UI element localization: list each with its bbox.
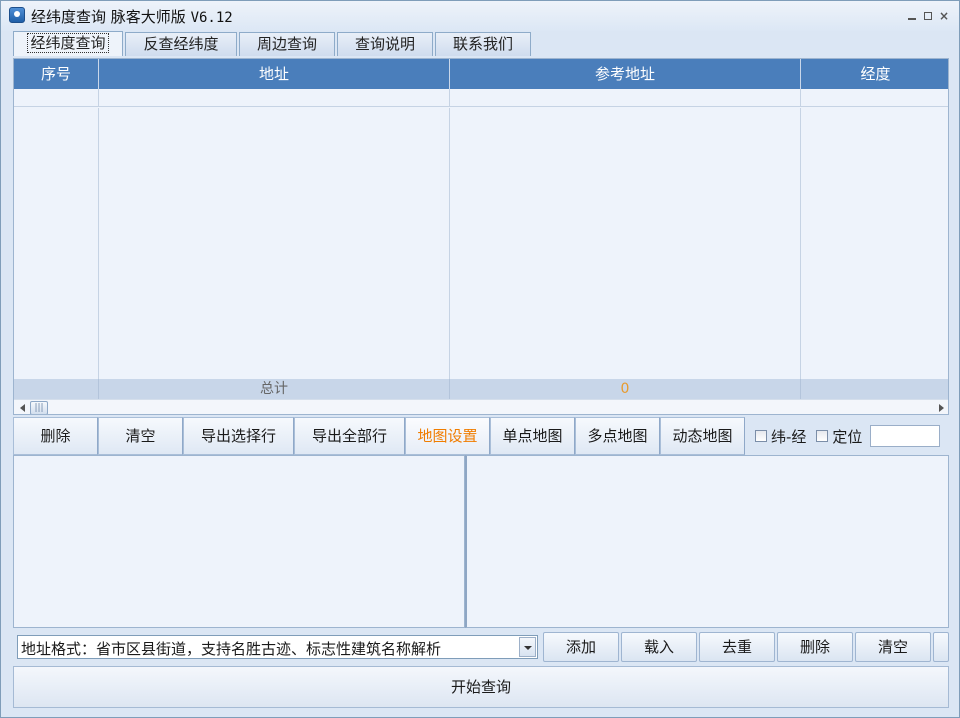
horizontal-scrollbar[interactable]: ||| [14, 399, 948, 414]
results-grid[interactable]: 序号 地址 参考地址 经度 总计 0 ||| [13, 58, 949, 415]
grid-column [450, 108, 801, 379]
grid-header: 序号 地址 参考地址 经度 [14, 59, 948, 89]
total-count: 0 [450, 379, 801, 399]
lat-lng-checkbox[interactable]: 纬-经 [755, 417, 806, 455]
total-label: 总计 [99, 379, 450, 399]
export-selected-button[interactable]: 导出选择行 [183, 417, 294, 455]
column-header-ref-address[interactable]: 参考地址 [450, 59, 801, 89]
tab-bar: 经纬度查询 反查经纬度 周边查询 查询说明 联系我们 [13, 31, 533, 56]
toolbar-input[interactable] [870, 425, 941, 447]
title-bar: 经纬度查询 脉客大师版 V6.12 × [1, 1, 959, 31]
checkbox-label: 定位 [832, 427, 863, 446]
close-icon[interactable]: × [939, 10, 949, 22]
table-row[interactable] [14, 89, 948, 107]
tab-label: 反查经纬度 [143, 35, 219, 53]
load-button[interactable]: 载入 [621, 632, 697, 662]
export-all-button[interactable]: 导出全部行 [294, 417, 405, 455]
scroll-left-icon[interactable] [20, 404, 25, 412]
multi-point-map-button[interactable]: 多点地图 [575, 417, 660, 455]
grid-column [99, 108, 450, 379]
grid-body [14, 108, 948, 379]
column-header-index[interactable]: 序号 [14, 59, 99, 89]
start-query-button[interactable]: 开始查询 [13, 666, 949, 708]
address-format-select[interactable]: 地址格式：省市区县街道，支持名胜古迹、标志性建筑名称解析 [17, 635, 538, 659]
tab-label: 查询说明 [354, 35, 415, 53]
address-row: 地址格式：省市区县街道，支持名胜古迹、标志性建筑名称解析 添加 载入 去重 删除… [13, 631, 949, 663]
checkbox-icon[interactable] [816, 430, 829, 442]
add-button[interactable]: 添加 [543, 632, 619, 662]
tab-query-help[interactable]: 查询说明 [337, 32, 433, 56]
address-delete-button[interactable]: 删除 [777, 632, 853, 662]
tab-contact-us[interactable]: 联系我们 [435, 32, 531, 56]
chevron-down-icon[interactable] [519, 637, 536, 657]
tab-latlng-query[interactable]: 经纬度查询 [13, 31, 123, 56]
tab-label: 经纬度查询 [27, 33, 109, 53]
total-cell [801, 379, 948, 399]
scroll-thumb[interactable]: ||| [30, 401, 48, 414]
grid-cell[interactable] [450, 89, 801, 106]
tab-nearby-query[interactable]: 周边查询 [239, 32, 335, 56]
total-cell [14, 379, 99, 399]
column-header-longitude[interactable]: 经度 [801, 59, 948, 89]
input-text-area[interactable] [13, 455, 465, 628]
grid-cell[interactable] [801, 89, 948, 106]
version-label: V6.12 [190, 10, 233, 26]
output-text-area[interactable] [465, 455, 949, 628]
grid-cell[interactable] [99, 89, 450, 106]
maximize-icon[interactable] [923, 11, 933, 21]
single-point-map-button[interactable]: 单点地图 [490, 417, 575, 455]
grid-cell[interactable] [14, 89, 99, 106]
dedupe-button[interactable]: 去重 [699, 632, 775, 662]
clear-button[interactable]: 清空 [98, 417, 183, 455]
window-title: 经纬度查询 脉客大师版 V6.12 [31, 6, 233, 27]
column-header-address[interactable]: 地址 [99, 59, 450, 89]
checkbox-label: 纬-经 [771, 427, 807, 446]
overflow-button[interactable] [933, 632, 949, 662]
window-title-text: 经纬度查询 脉客大师版 [31, 8, 186, 26]
address-clear-button[interactable]: 清空 [855, 632, 931, 662]
action-toolbar: 删除 清空 导出选择行 导出全部行 地图设置 单点地图 多点地图 动态地图 纬-… [13, 417, 949, 455]
tab-label: 联系我们 [452, 35, 513, 53]
address-format-hint: 地址格式：省市区县街道，支持名胜古迹、标志性建筑名称解析 [21, 640, 442, 658]
map-settings-button[interactable]: 地图设置 [405, 417, 490, 455]
tab-reverse-geocode[interactable]: 反查经纬度 [125, 32, 237, 56]
grid-column [14, 108, 99, 379]
tab-label: 周边查询 [256, 35, 317, 53]
locate-checkbox[interactable]: 定位 [816, 417, 862, 455]
scroll-right-icon[interactable] [939, 404, 944, 412]
app-icon [9, 7, 25, 23]
dynamic-map-button[interactable]: 动态地图 [660, 417, 745, 455]
delete-button[interactable]: 删除 [13, 417, 98, 455]
grid-total-row: 总计 0 [14, 379, 948, 399]
window-controls: × [907, 10, 949, 22]
checkbox-icon[interactable] [755, 430, 767, 442]
minimize-icon[interactable] [907, 11, 917, 21]
app-window: 经纬度查询 脉客大师版 V6.12 × 经纬度查询 反查经纬度 周边查询 查询说… [0, 0, 960, 718]
grid-column [801, 108, 948, 379]
